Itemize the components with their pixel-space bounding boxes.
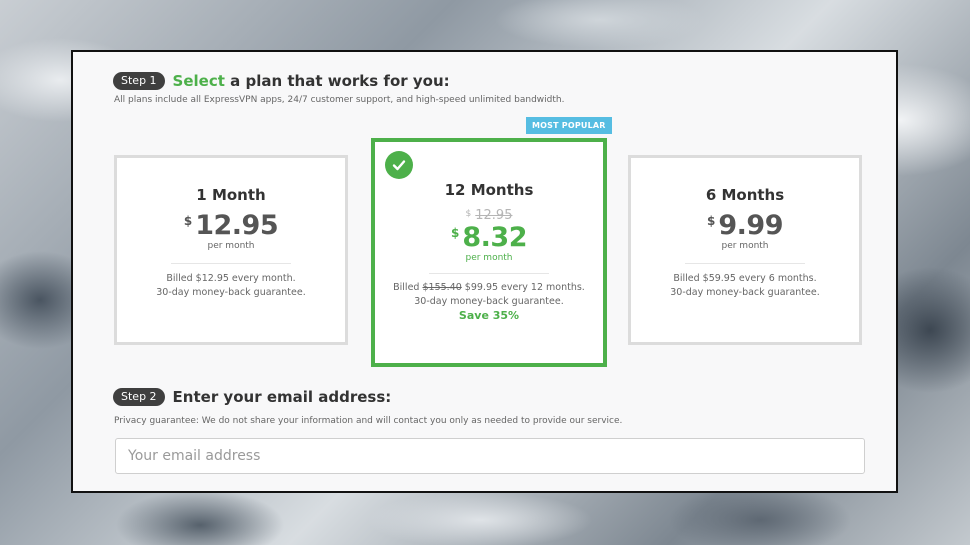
step1-header: Step 1 Select a plan that works for you: [113, 72, 450, 90]
billing-original-amount: $155.40 [422, 282, 462, 293]
price-amount: 9.99 [718, 210, 783, 241]
plan-card-1-month[interactable]: 1 Month $ 12.95 per month Billed $12.95 … [114, 155, 348, 345]
card-divider [429, 273, 549, 274]
step1-title: Select a plan that works for you: [173, 72, 450, 90]
currency-symbol: $ [183, 214, 193, 228]
currency-symbol: $ [707, 214, 716, 228]
per-month-label: per month [721, 241, 769, 251]
step2-pill: Step 2 [113, 388, 165, 406]
plan-price: $ 8.32 [375, 222, 603, 253]
original-price-amount: 12.95 [475, 208, 513, 223]
step2-header: Step 2 Enter your email address: [113, 388, 391, 406]
original-price: $ 12.95 [375, 208, 603, 223]
step2-title: Enter your email address: [172, 388, 392, 406]
plan-price: $ 9.99 [631, 210, 859, 241]
billing-line-1: Billed $12.95 every month. [166, 273, 296, 284]
step2-subtitle: Privacy guarantee: We do not share your … [114, 416, 623, 426]
most-popular-badge: MOST POPULAR [526, 117, 612, 134]
step1-pill: Step 1 [113, 72, 165, 90]
per-month-label: per month [207, 241, 255, 251]
email-input[interactable] [115, 438, 865, 474]
billing-line-2: 30-day money-back guarantee. [670, 287, 820, 298]
billing-line-1: Billed $59.95 every 6 months. [673, 273, 817, 284]
plan-name: 1 Month [196, 186, 266, 204]
billing-prefix: Billed [393, 282, 423, 293]
billing-line-1: Billed $155.40 $99.95 every 12 months. [375, 281, 603, 295]
price-amount: 12.95 [195, 210, 279, 241]
plan-name: 12 Months [444, 181, 534, 199]
billing-line-2: 30-day money-back guarantee. [414, 296, 564, 307]
savings-label: Save 35% [458, 309, 520, 322]
card-divider [685, 263, 805, 264]
plan-card-12-months[interactable]: 12 Months $ 12.95 $ 8.32 per month Bille… [371, 138, 607, 367]
currency-symbol: $ [465, 209, 472, 219]
plan-name: 6 Months [705, 186, 785, 204]
plan-selection-panel: Step 1 Select a plan that works for you:… [71, 50, 898, 493]
plan-price: $ 12.95 [117, 210, 345, 241]
plan-card-6-months[interactable]: 6 Months $ 9.99 per month Billed $59.95 … [628, 155, 862, 345]
currency-symbol: $ [451, 226, 460, 240]
check-circle-icon [385, 151, 413, 179]
step1-subtitle: All plans include all ExpressVPN apps, 2… [114, 95, 565, 105]
step1-title-accent: Select [172, 72, 225, 90]
price-amount: 8.32 [462, 222, 527, 253]
step1-title-rest: a plan that works for you: [224, 72, 450, 90]
per-month-label: per month [465, 253, 513, 263]
billing-line-2: 30-day money-back guarantee. [156, 287, 306, 298]
billing-rest: $99.95 every 12 months. [461, 282, 585, 293]
card-divider [171, 263, 291, 264]
